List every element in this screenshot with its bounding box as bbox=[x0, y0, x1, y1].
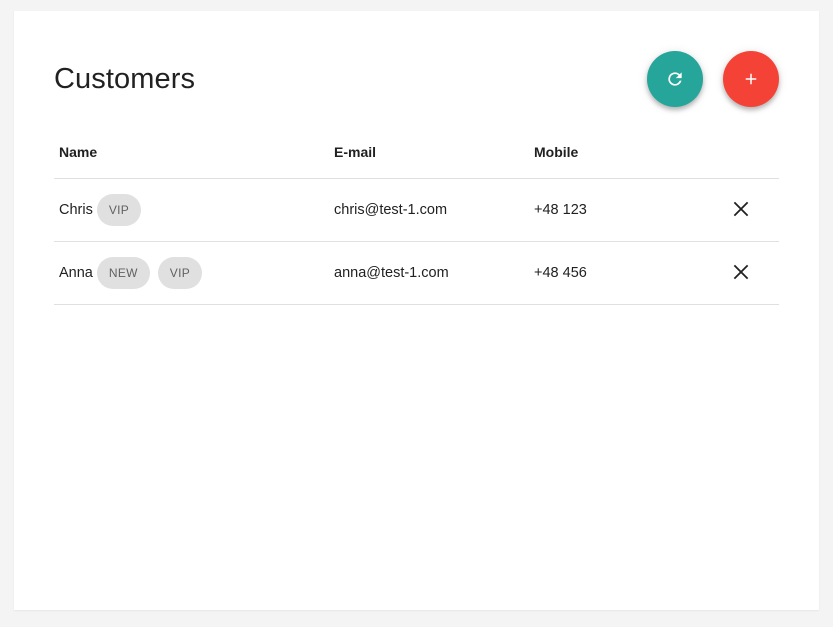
tag-chip: NEW bbox=[96, 257, 150, 289]
column-header-mobile[interactable]: Mobile bbox=[534, 144, 578, 160]
close-icon bbox=[733, 264, 749, 283]
tag-chip: VIP bbox=[96, 194, 142, 226]
close-icon bbox=[733, 201, 749, 220]
table-row[interactable]: Anna NEW VIP anna@test-1.com +48 456 bbox=[54, 242, 779, 305]
mobile-cell: +48 456 bbox=[534, 265, 587, 281]
table-row[interactable]: Chris VIP chris@test-1.com +48 123 bbox=[54, 179, 779, 242]
column-header-email[interactable]: E-mail bbox=[334, 144, 376, 160]
refresh-button[interactable] bbox=[647, 51, 703, 107]
name-cell: Chris VIP bbox=[59, 179, 142, 241]
email-cell: chris@test-1.com bbox=[334, 202, 448, 218]
refresh-icon bbox=[665, 69, 685, 89]
delete-customer-button[interactable] bbox=[726, 195, 756, 225]
customer-name: Anna bbox=[59, 265, 93, 281]
column-header-name[interactable]: Name bbox=[59, 144, 97, 160]
customer-name: Chris bbox=[59, 202, 93, 218]
plus-icon bbox=[742, 70, 760, 88]
customers-table: Name E-mail Mobile Chris VIP chris@test-… bbox=[54, 129, 779, 305]
action-cell bbox=[724, 242, 758, 304]
page-title: Customers bbox=[54, 63, 196, 95]
tag-chip: VIP bbox=[157, 257, 203, 289]
email-cell: anna@test-1.com bbox=[334, 265, 449, 281]
customers-card: Customers Name E-mail Mobile Chris VIP c… bbox=[14, 11, 819, 610]
action-cell bbox=[724, 179, 758, 241]
mobile-cell: +48 123 bbox=[534, 202, 587, 218]
name-cell: Anna NEW VIP bbox=[59, 242, 203, 304]
add-customer-button[interactable] bbox=[723, 51, 779, 107]
delete-customer-button[interactable] bbox=[726, 258, 756, 288]
table-header: Name E-mail Mobile bbox=[54, 129, 779, 179]
